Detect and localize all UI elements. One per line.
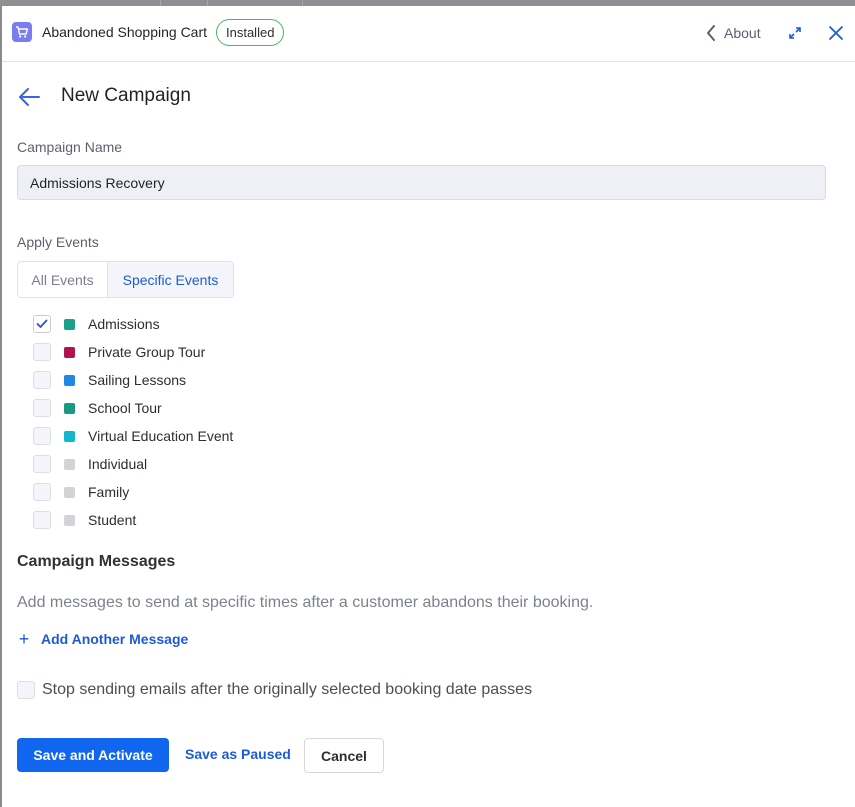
shopping-cart-icon <box>12 22 32 42</box>
stop-sending-label: Stop sending emails after the originally… <box>42 681 533 698</box>
chevron-left-icon <box>707 25 715 41</box>
specific-events-option[interactable]: Specific Events <box>108 262 233 297</box>
event-label: Family <box>88 484 130 500</box>
event-color-swatch <box>64 346 75 358</box>
event-checkbox[interactable] <box>33 343 51 361</box>
about-label: About <box>724 25 761 41</box>
event-item: Private Group Tour <box>33 338 233 366</box>
event-label: Individual <box>88 456 148 472</box>
event-color-swatch <box>64 402 75 414</box>
checkmark-icon <box>36 319 48 328</box>
add-message-button[interactable]: + Add Another Message <box>17 629 189 649</box>
event-item: Sailing Lessons <box>33 366 233 394</box>
event-scope-toggle: All Events Specific Events <box>17 261 234 298</box>
event-item: School Tour <box>33 394 233 422</box>
event-color-swatch <box>64 374 75 386</box>
stop-sending-option: Stop sending emails after the originally… <box>17 681 532 699</box>
event-checkbox[interactable] <box>33 315 51 333</box>
all-events-option[interactable]: All Events <box>18 262 108 297</box>
about-link[interactable]: About <box>706 22 761 44</box>
status-badge: Installed <box>216 19 285 46</box>
event-checkbox[interactable] <box>33 427 51 445</box>
panel-header: Abandoned Shopping Cart Installed About <box>2 6 855 62</box>
app-title: Abandoned Shopping Cart <box>42 24 208 40</box>
stop-sending-checkbox[interactable] <box>17 681 35 699</box>
save-and-activate-button[interactable]: Save and Activate <box>17 738 169 772</box>
close-icon[interactable] <box>827 24 845 42</box>
event-label: Admissions <box>88 316 160 332</box>
event-label: School Tour <box>88 400 162 416</box>
event-item: Individual <box>33 450 233 478</box>
event-color-swatch <box>64 430 75 442</box>
event-color-swatch <box>64 514 75 526</box>
save-as-paused-button[interactable]: Save as Paused <box>185 746 291 762</box>
event-label: Virtual Education Event <box>88 428 234 444</box>
campaign-messages-title: Campaign Messages <box>17 553 176 570</box>
campaign-messages-description: Add messages to send at specific times a… <box>17 594 594 611</box>
event-checkbox[interactable] <box>33 455 51 473</box>
event-checkbox[interactable] <box>33 399 51 417</box>
campaign-name-input[interactable] <box>17 165 826 200</box>
page-title: New Campaign <box>61 85 191 106</box>
event-item: Admissions <box>33 310 233 338</box>
expand-icon[interactable] <box>786 24 804 42</box>
event-item: Family <box>33 478 233 506</box>
campaign-panel: Abandoned Shopping Cart Installed About … <box>2 6 855 807</box>
event-label: Private Group Tour <box>88 344 206 360</box>
event-label: Student <box>88 512 137 528</box>
event-item: Student <box>33 506 233 534</box>
event-item: Virtual Education Event <box>33 422 233 450</box>
event-color-swatch <box>64 458 75 470</box>
plus-icon: + <box>18 629 30 649</box>
event-color-swatch <box>64 318 75 330</box>
event-checkbox[interactable] <box>33 371 51 389</box>
back-arrow-icon[interactable] <box>17 86 41 108</box>
apply-events-label: Apply Events <box>17 234 99 250</box>
add-message-label: Add Another Message <box>41 631 189 647</box>
event-list: Admissions Private Group Tour Sailing Less… <box>33 310 233 534</box>
campaign-name-label: Campaign Name <box>17 139 123 155</box>
event-checkbox[interactable] <box>33 511 51 529</box>
event-color-swatch <box>64 486 75 498</box>
event-label: Sailing Lessons <box>88 372 187 388</box>
cancel-button[interactable]: Cancel <box>304 738 384 773</box>
event-checkbox[interactable] <box>33 483 51 501</box>
